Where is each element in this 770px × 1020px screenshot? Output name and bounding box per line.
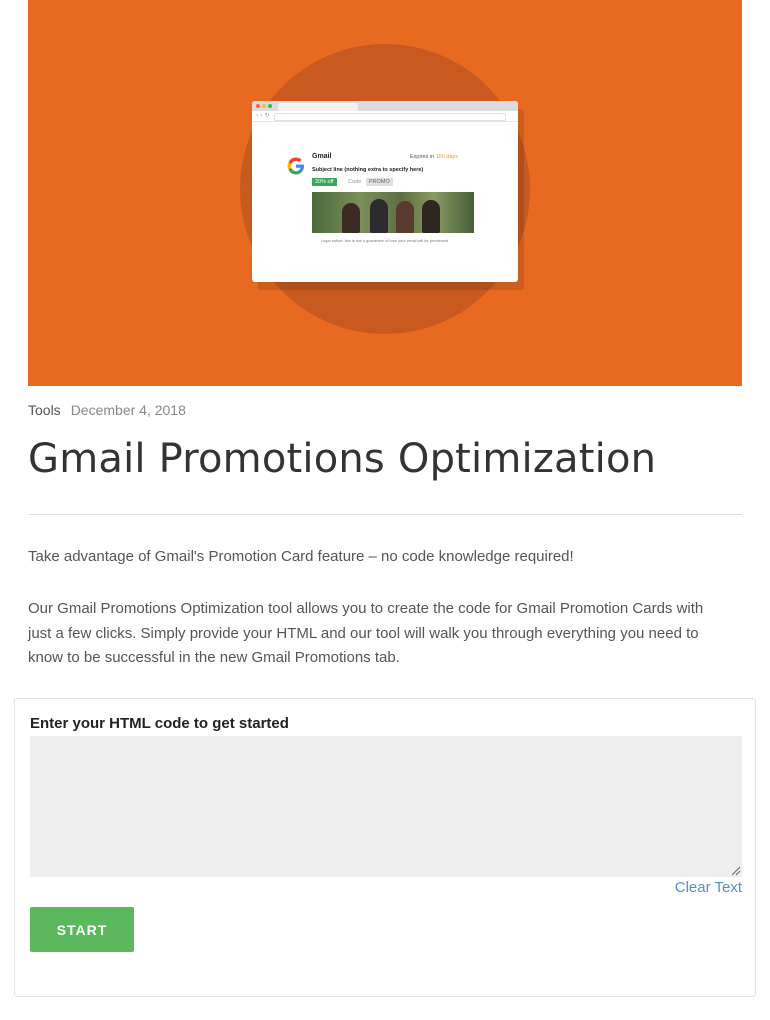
browser-title-bar <box>252 101 518 111</box>
photo-person <box>370 199 388 233</box>
hero-image: ‹ › ↻ Gmail Expires in 160 days Subject … <box>28 0 742 386</box>
address-field <box>274 113 506 121</box>
minimize-dot-icon <box>262 104 266 108</box>
divider <box>28 514 742 515</box>
post-date: December 4, 2018 <box>70 402 186 418</box>
browser-mockup: ‹ › ↻ Gmail Expires in 160 days Subject … <box>252 101 518 282</box>
card-code-label: Code <box>348 179 362 185</box>
page-title: Gmail Promotions Optimization <box>28 436 657 482</box>
card-expiry: Expires in 160 days <box>410 154 459 160</box>
browser-tab <box>278 103 358 111</box>
category-link[interactable]: Tools <box>28 402 61 418</box>
html-code-input[interactable] <box>30 736 742 877</box>
description-text: Our Gmail Promotions Optimization tool a… <box>28 600 704 666</box>
card-subject: Subject line (nothing extra to specify h… <box>312 167 424 173</box>
browser-address-bar: ‹ › ↻ <box>252 111 518 122</box>
card-discount-badge: 20% off <box>312 178 337 186</box>
card-legal-notice: Legal notice: this is not a guarantee of… <box>320 238 450 243</box>
resize-grip-icon[interactable] <box>731 866 741 876</box>
nav-arrows-icon: ‹ › ↻ <box>256 112 270 119</box>
post-meta: Tools December 4, 2018 <box>28 402 186 418</box>
google-logo-icon <box>286 156 306 182</box>
close-dot-icon <box>256 104 260 108</box>
start-button[interactable]: START <box>30 907 134 952</box>
card-promo-code: PROMO <box>366 178 393 186</box>
clear-text-link[interactable]: Clear Text <box>675 879 742 896</box>
intro-text: Take advantage of Gmail's Promotion Card… <box>28 548 574 565</box>
photo-person <box>396 201 414 233</box>
html-tool-panel: Enter your HTML code to get started Clea… <box>14 698 756 997</box>
photo-person <box>422 200 440 233</box>
html-input-label: Enter your HTML code to get started <box>30 715 289 732</box>
card-sender: Gmail <box>312 153 332 160</box>
maximize-dot-icon <box>268 104 272 108</box>
photo-person <box>342 203 360 233</box>
card-photo <box>312 192 474 233</box>
